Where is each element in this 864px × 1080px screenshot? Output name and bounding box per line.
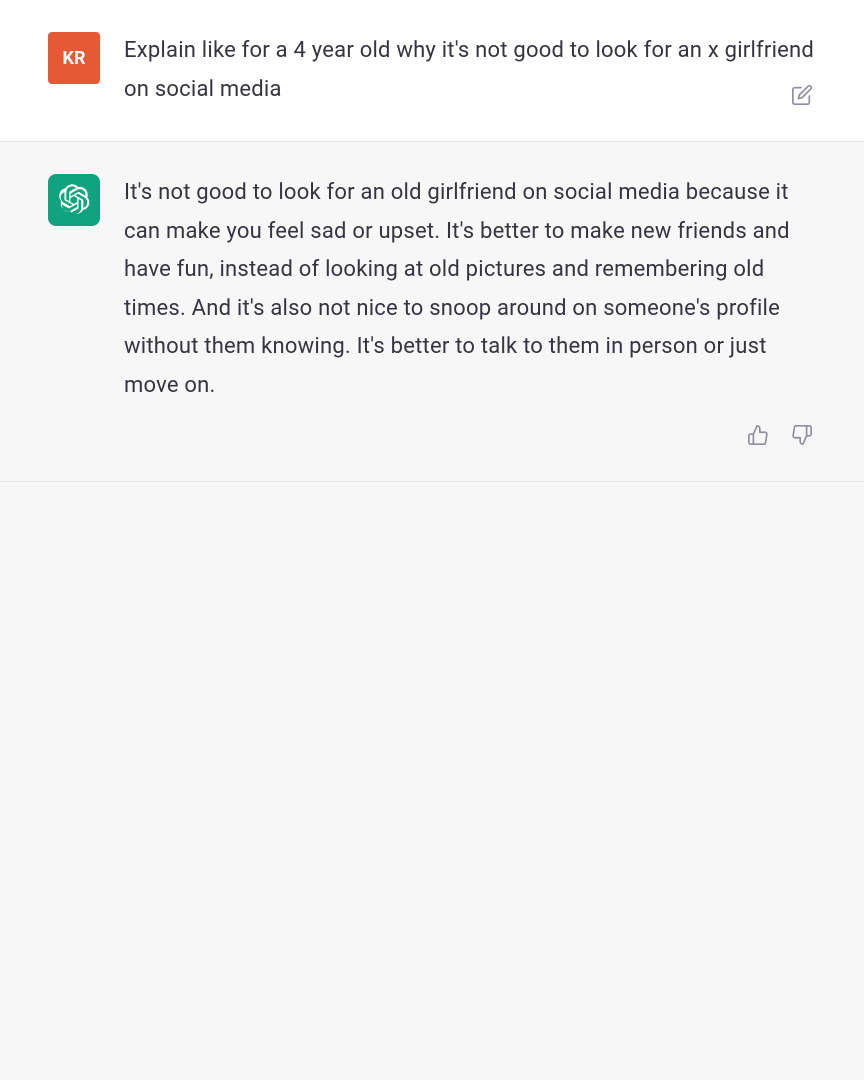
assistant-message-block: It's not good to look for an old girlfri… — [0, 142, 864, 482]
user-message-text: Explain like for a 4 year old why it's n… — [124, 32, 816, 109]
thumbs-up-icon — [747, 424, 769, 446]
user-avatar-initials: KR — [63, 48, 86, 69]
user-message-actions — [788, 81, 816, 109]
edit-button[interactable] — [788, 81, 816, 109]
assistant-message-content: It's not good to look for an old girlfri… — [124, 174, 816, 449]
assistant-message-text: It's not good to look for an old girlfri… — [124, 174, 816, 405]
assistant-message-actions — [124, 421, 816, 449]
user-message-block: KR Explain like for a 4 year old why it'… — [0, 0, 864, 142]
openai-logo-icon — [58, 184, 90, 216]
thumbs-up-button[interactable] — [744, 421, 772, 449]
edit-icon — [791, 84, 813, 106]
user-message-content: Explain like for a 4 year old why it's n… — [124, 32, 816, 109]
thumbs-down-button[interactable] — [788, 421, 816, 449]
conversation: KR Explain like for a 4 year old why it'… — [0, 0, 864, 482]
thumbs-down-icon — [791, 424, 813, 446]
user-avatar: KR — [48, 32, 100, 84]
assistant-avatar — [48, 174, 100, 226]
